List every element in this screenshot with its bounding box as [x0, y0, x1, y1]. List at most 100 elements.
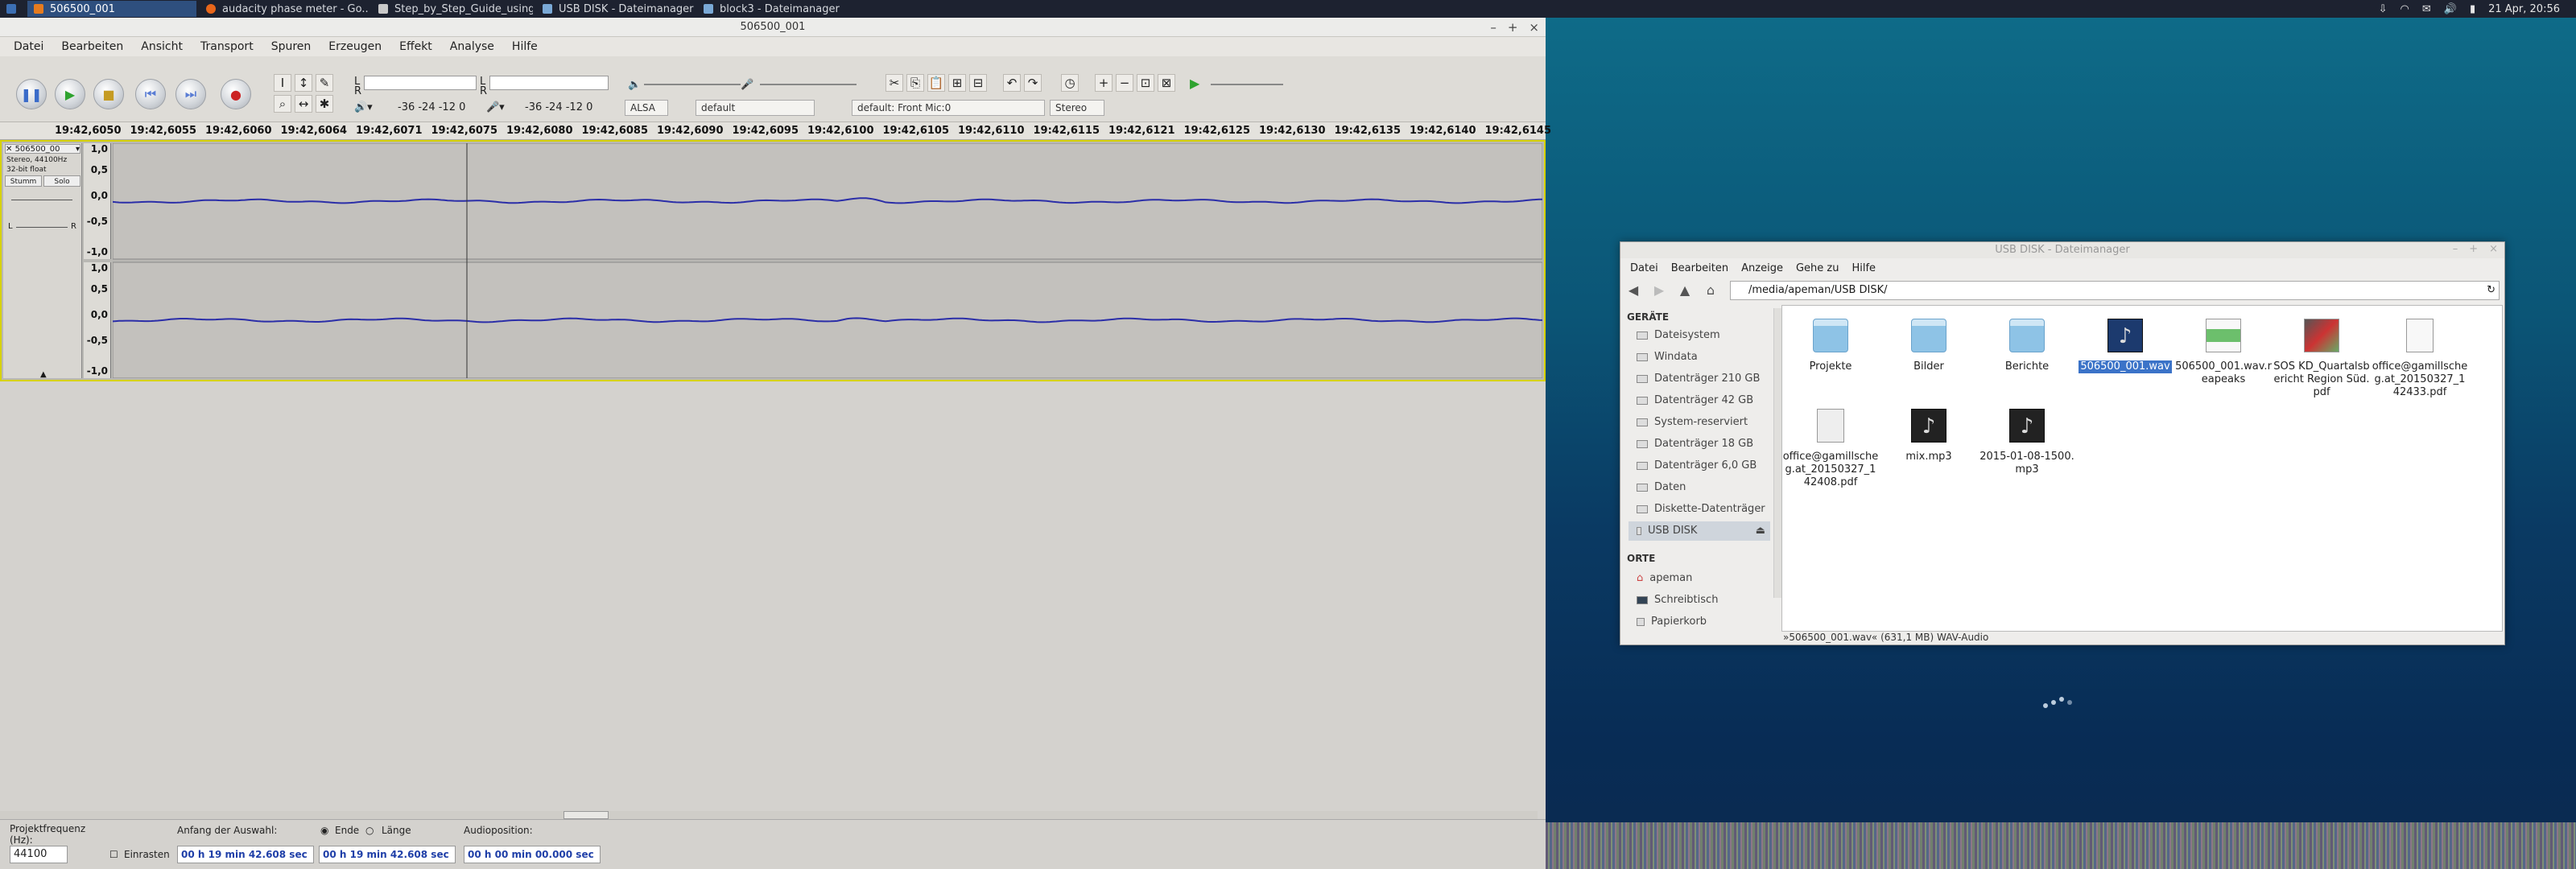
- menu-datei[interactable]: Datei: [5, 40, 52, 53]
- sidebar-item-datentraeger-210[interactable]: Datenträger 210 GB: [1637, 369, 1772, 389]
- pan-slider[interactable]: [16, 227, 68, 228]
- file-item-reapeaks[interactable]: 506500_001.wav.reapeaks: [2175, 319, 2272, 386]
- audio-position-field[interactable]: 00 h 00 min 00.000 sec: [464, 846, 601, 863]
- wifi-icon[interactable]: ◠: [2401, 3, 2409, 15]
- menu-ansicht[interactable]: Ansicht: [132, 40, 192, 53]
- menu-bearbeiten[interactable]: Bearbeiten: [52, 40, 132, 53]
- menu-spuren[interactable]: Spuren: [262, 40, 320, 53]
- waveform[interactable]: [113, 143, 1542, 378]
- back-icon[interactable]: ◀: [1620, 281, 1646, 300]
- menu-transport[interactable]: Transport: [192, 40, 262, 53]
- sidebar-item-usb-disk[interactable]: USB DISK ⏏: [1629, 521, 1770, 541]
- solo-button[interactable]: Solo: [43, 175, 80, 187]
- file-item-bilder[interactable]: Bilder: [1880, 319, 1977, 373]
- zoom-tool-icon[interactable]: ⌕: [274, 95, 291, 113]
- length-radio[interactable]: ○: [365, 825, 374, 836]
- home-icon[interactable]: ⌂: [1698, 281, 1724, 300]
- window-titlebar[interactable]: 506500_001 – + ×: [0, 18, 1546, 37]
- mic-icon[interactable]: 🔊▾: [354, 101, 373, 113]
- cut-icon[interactable]: ✂: [886, 74, 903, 92]
- mute-button[interactable]: Stumm: [5, 175, 42, 187]
- task-usb-filemanager[interactable]: USB DISK - Dateimanager: [536, 1, 694, 17]
- end-radio[interactable]: ◉: [320, 825, 328, 836]
- redo-icon[interactable]: ↷: [1024, 74, 1042, 92]
- file-item-sos-pdf[interactable]: SOS KD_Quartalsbericht Region Süd.pdf: [2273, 319, 2370, 399]
- track-menu-icon[interactable]: ▾: [76, 145, 80, 154]
- play-button[interactable]: ▶: [55, 79, 85, 109]
- project-rate-field[interactable]: 44100: [10, 846, 68, 863]
- close-track-icon[interactable]: ✕: [6, 145, 15, 154]
- sidebar-item-schreibtisch[interactable]: Schreibtisch: [1637, 591, 1772, 610]
- sidebar-item-datentraeger-6[interactable]: Datenträger 6,0 GB: [1637, 456, 1772, 476]
- sidebar-item-daten[interactable]: Daten: [1637, 478, 1772, 497]
- file-item-wav-selected[interactable]: ♪ 506500_001.wav: [2077, 319, 2174, 373]
- draw-tool-icon[interactable]: ✎: [316, 74, 333, 92]
- track-name-button[interactable]: ✕ 506500_00 ▾: [5, 144, 80, 154]
- file-item-2015-mp3[interactable]: ♪ 2015-01-08-1500.mp3: [1979, 409, 2075, 476]
- forward-icon[interactable]: ▶: [1646, 281, 1672, 300]
- paste-icon[interactable]: 📋: [927, 74, 945, 92]
- fit-selection-icon[interactable]: ⊡: [1137, 74, 1154, 92]
- sidebar-item-apeman[interactable]: ⌂ apeman: [1637, 569, 1772, 588]
- trim-icon[interactable]: ⊞: [948, 74, 966, 92]
- menu-anzeige[interactable]: Anzeige: [1735, 262, 1790, 274]
- record-device-select[interactable]: default: Front Mic:0: [852, 100, 1045, 116]
- zoom-out-icon[interactable]: −: [1116, 74, 1133, 92]
- timeshift-tool-icon[interactable]: ↔: [295, 95, 312, 113]
- playback-meter[interactable]: [489, 76, 609, 90]
- sidebar-item-windata[interactable]: Windata: [1637, 348, 1772, 367]
- sidebar-item-diskette[interactable]: Diskette-Datenträger: [1637, 500, 1772, 519]
- menu-effekt[interactable]: Effekt: [390, 40, 441, 53]
- close-icon[interactable]: ×: [2489, 241, 2498, 257]
- file-item-office-pdf-1[interactable]: office@gamillscheg.at_20150327_142433.pd…: [2372, 319, 2468, 399]
- updates-icon[interactable]: ⇩: [2379, 3, 2388, 15]
- selection-start-field[interactable]: 00 h 19 min 42.608 sec: [177, 846, 314, 863]
- record-volume-slider[interactable]: [760, 84, 857, 85]
- window-titlebar[interactable]: USB DISK - Dateimanager – + ×: [1620, 242, 2504, 258]
- playback-device-select[interactable]: default: [696, 100, 815, 116]
- menu-analyse[interactable]: Analyse: [441, 40, 503, 53]
- sidebar-item-system-reserviert[interactable]: System-reserviert: [1637, 413, 1772, 432]
- play-speed-slider[interactable]: [1211, 84, 1283, 85]
- volume-icon[interactable]: 🔊: [2444, 3, 2457, 15]
- maximize-icon[interactable]: +: [1508, 18, 1518, 37]
- task-block3-filemanager[interactable]: block3 - Dateimanager: [697, 1, 858, 17]
- horizontal-scrollbar-thumb[interactable]: [564, 811, 609, 819]
- menu-erzeugen[interactable]: Erzeugen: [320, 40, 390, 53]
- mail-icon[interactable]: ✉: [2422, 3, 2431, 15]
- audio-host-select[interactable]: ALSA: [625, 100, 668, 116]
- menu-gehe-zu[interactable]: Gehe zu: [1790, 262, 1846, 274]
- selection-tool-icon[interactable]: I: [274, 74, 291, 92]
- sidebar-item-datentraeger-42[interactable]: Datenträger 42 GB: [1637, 391, 1772, 410]
- snap-checkbox[interactable]: ☐: [109, 849, 118, 860]
- stop-button[interactable]: ■: [93, 79, 124, 109]
- undo-icon[interactable]: ↶: [1003, 74, 1021, 92]
- up-icon[interactable]: ▲: [1672, 281, 1698, 300]
- pause-button[interactable]: ❚❚: [16, 79, 47, 109]
- sync-lock-icon[interactable]: ◷: [1061, 74, 1079, 92]
- location-bar[interactable]: /media/apeman/USB DISK/ ↻: [1730, 281, 2500, 300]
- maximize-icon[interactable]: +: [2469, 241, 2478, 257]
- task-audacity[interactable]: 506500_001: [27, 1, 196, 17]
- task-pdf[interactable]: Step_by_Step_Guide_using...: [372, 1, 533, 17]
- selection-end-field[interactable]: 00 h 19 min 42.608 sec: [319, 846, 456, 863]
- skip-end-button[interactable]: ⏭: [175, 79, 206, 109]
- file-item-office-pdf-2[interactable]: office@gamillscheg.at_20150327_142408.pd…: [1782, 409, 1879, 489]
- sidebar-item-dateisystem[interactable]: Dateisystem: [1637, 326, 1772, 345]
- reload-icon[interactable]: ↻: [2487, 282, 2496, 299]
- play-at-speed-icon[interactable]: ▶: [1190, 76, 1199, 91]
- file-item-mix-mp3[interactable]: ♪ mix.mp3: [1880, 409, 1977, 463]
- eject-icon[interactable]: ⏏: [1756, 521, 1765, 541]
- speaker-icon[interactable]: 🎤▾: [486, 101, 505, 113]
- playback-volume-slider[interactable]: [644, 84, 741, 85]
- battery-icon[interactable]: ▮: [2470, 3, 2475, 15]
- sidebar-item-datentraeger-18[interactable]: Datenträger 18 GB: [1637, 434, 1772, 454]
- close-icon[interactable]: ×: [1529, 18, 1539, 37]
- sidebar-scrollbar[interactable]: [1773, 308, 1781, 598]
- timeline-ruler[interactable]: 19:42,6050 19:42,6055 19:42,6060 19:42,6064…: [0, 122, 1551, 140]
- channels-select[interactable]: Stereo: [1050, 100, 1104, 116]
- silence-icon[interactable]: ⊟: [969, 74, 987, 92]
- fit-project-icon[interactable]: ⊠: [1158, 74, 1175, 92]
- record-meter[interactable]: [364, 76, 477, 90]
- minimize-icon[interactable]: –: [1490, 18, 1496, 37]
